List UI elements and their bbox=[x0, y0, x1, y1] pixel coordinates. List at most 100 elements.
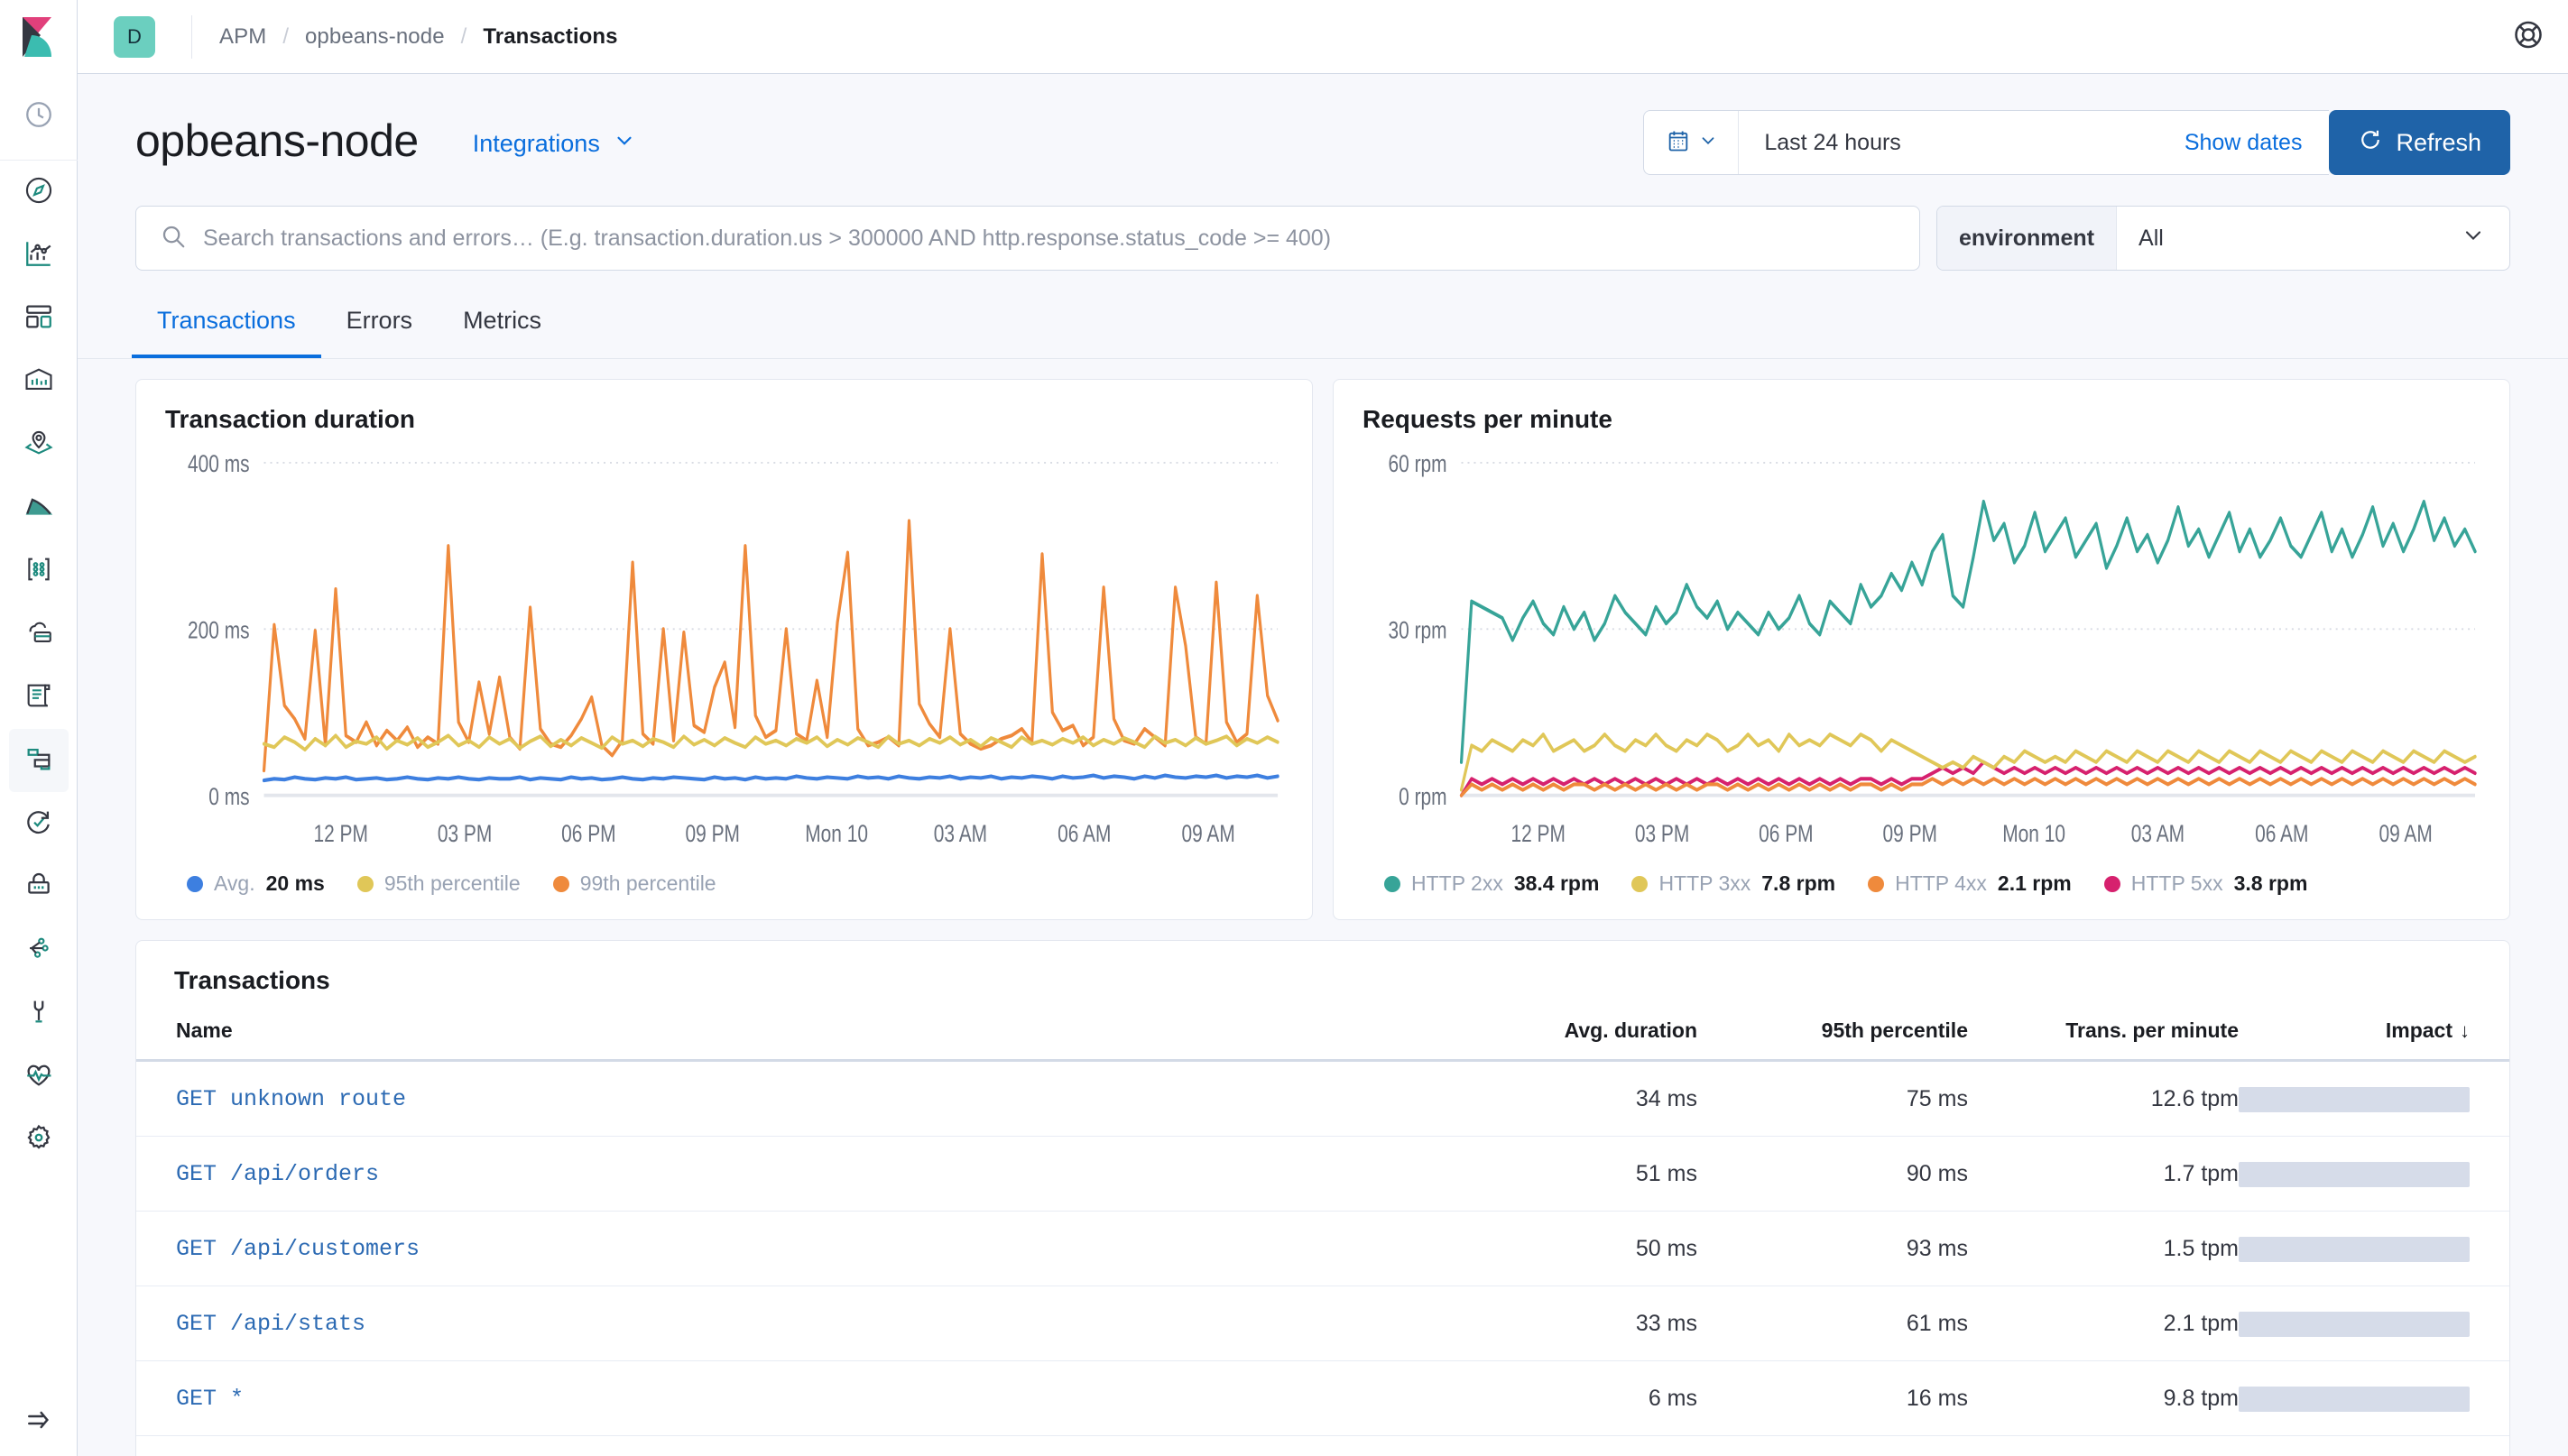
x-axis-tick: 09 PM bbox=[686, 821, 740, 848]
legend-item-p95[interactable]: 95th percentile bbox=[356, 871, 521, 896]
legend-item-http-5xx[interactable]: HTTP 5xx 3.8 rpm bbox=[2103, 871, 2308, 896]
legend-dot-p99 bbox=[552, 875, 569, 892]
sidebar-item-canvas[interactable] bbox=[9, 350, 69, 413]
space-avatar[interactable]: D bbox=[114, 15, 155, 58]
cell-impact bbox=[2239, 1286, 2509, 1361]
tab-transactions[interactable]: Transactions bbox=[132, 298, 321, 358]
transaction-link[interactable]: GET * bbox=[176, 1386, 244, 1412]
legend-item-p99[interactable]: 99th percentile bbox=[552, 871, 716, 896]
impact-bar bbox=[2239, 1386, 2470, 1412]
sidebar-item-dev-tools[interactable] bbox=[9, 918, 69, 981]
transaction-link[interactable]: GET /api/stats bbox=[176, 1311, 365, 1337]
transactions-table: Name Avg. duration 95th percentile Trans… bbox=[136, 1018, 2509, 1456]
sidebar-item-logs[interactable] bbox=[9, 666, 69, 729]
x-axis-tick: 09 AM bbox=[1182, 821, 1235, 848]
sidebar-item-metrics[interactable] bbox=[9, 603, 69, 666]
legend-item-http-4xx[interactable]: HTTP 4xx 2.1 rpm bbox=[1868, 871, 2072, 896]
x-axis-tick: 06 PM bbox=[561, 821, 615, 848]
sidebar-item-siem[interactable] bbox=[9, 855, 69, 918]
column-header-avg-duration[interactable]: Avg. duration bbox=[1427, 1018, 1697, 1062]
refresh-label: Refresh bbox=[2396, 128, 2481, 156]
sidebar-item-discover[interactable] bbox=[9, 161, 69, 224]
series-line-0 bbox=[1459, 499, 2477, 764]
column-header-p95[interactable]: 95th percentile bbox=[1697, 1018, 1968, 1062]
table-row[interactable]: GET /api/customers 50 ms 93 ms 1.5 tpm bbox=[136, 1211, 2509, 1286]
cell-p95: 61 ms bbox=[1697, 1286, 1968, 1361]
cell-name: POST /api/orders bbox=[136, 1435, 1427, 1456]
legend-label-p99: 99th percentile bbox=[579, 871, 716, 895]
sidebar-item-machine-learning[interactable] bbox=[9, 476, 69, 539]
cell-name: GET * bbox=[136, 1360, 1427, 1436]
sidebar-item-uptime[interactable] bbox=[9, 792, 69, 855]
breadcrumb-item-service[interactable]: opbeans-node bbox=[305, 24, 445, 50]
refresh-button[interactable]: Refresh bbox=[2329, 110, 2510, 175]
legend-item-http-3xx[interactable]: HTTP 3xx 7.8 rpm bbox=[1631, 871, 1835, 896]
recently-viewed-button[interactable] bbox=[0, 74, 78, 161]
sidebar-item-tools[interactable] bbox=[9, 981, 69, 1045]
dashboard-grid-icon bbox=[23, 301, 54, 336]
sidebar-item-apm[interactable] bbox=[8, 729, 69, 792]
legend-label-avg: Avg. bbox=[214, 871, 255, 895]
sidebar-item-dashboard[interactable] bbox=[9, 287, 69, 350]
cell-tpm: 1.5 tpm bbox=[1968, 1211, 2239, 1286]
apm-stack-icon bbox=[23, 743, 54, 779]
cell-p95: 345 ms bbox=[1697, 1435, 1968, 1456]
requests-per-minute-chart[interactable]: 0 rpm 30 rpm 60 rpm 12 PM 03 PM 06 PM 09 PM Mon… bbox=[1355, 447, 2488, 862]
table-row[interactable]: POST /api/orders294 ms345 ms0.2 tpm bbox=[136, 1435, 2509, 1456]
header-controls: Last 24 hours Show dates Refresh bbox=[1643, 110, 2510, 175]
transaction-link[interactable]: GET /api/customers bbox=[176, 1236, 420, 1262]
column-header-name[interactable]: Name bbox=[136, 1018, 1427, 1062]
impact-bar bbox=[2239, 1311, 2470, 1337]
column-header-tpm[interactable]: Trans. per minute bbox=[1968, 1018, 2239, 1062]
sidebar-item-graph[interactable] bbox=[9, 539, 69, 603]
transaction-link[interactable]: GET unknown route bbox=[176, 1086, 406, 1112]
date-range-picker: Last 24 hours Show dates bbox=[1643, 110, 2330, 175]
metrics-cloud-icon bbox=[23, 617, 54, 652]
legend-value-http-5xx: 3.8 rpm bbox=[2233, 871, 2308, 895]
integrations-label: Integrations bbox=[472, 129, 600, 157]
search-input[interactable] bbox=[203, 225, 1896, 252]
cell-impact bbox=[2239, 1435, 2509, 1456]
legend-item-http-2xx[interactable]: HTTP 2xx 38.4 rpm bbox=[1384, 871, 1599, 896]
clock-recently-viewed-icon bbox=[23, 99, 54, 134]
tab-errors[interactable]: Errors bbox=[321, 298, 439, 358]
tab-metrics[interactable]: Metrics bbox=[438, 298, 567, 358]
environment-select[interactable]: All bbox=[2117, 207, 2509, 270]
sidebar-item-management[interactable] bbox=[9, 1108, 69, 1171]
sidebar-item-maps[interactable] bbox=[9, 413, 69, 476]
legend-dot-p95 bbox=[356, 875, 374, 892]
integrations-button[interactable]: Integrations bbox=[473, 129, 636, 159]
table-body: GET unknown route 34 ms 75 ms 12.6 tpm GET /… bbox=[136, 1060, 2509, 1456]
sidebar-item-monitoring[interactable] bbox=[9, 1045, 69, 1108]
cell-tpm: 12.6 tpm bbox=[1968, 1060, 2239, 1137]
quick-select-button[interactable] bbox=[1644, 111, 1740, 174]
transaction-link[interactable]: GET /api/orders bbox=[176, 1161, 379, 1187]
column-header-impact[interactable]: Impact ↓ bbox=[2239, 1018, 2509, 1062]
legend-item-avg[interactable]: Avg. 20 ms bbox=[187, 871, 325, 896]
transactions-table-title: Transactions bbox=[174, 966, 330, 994]
kibana-logo[interactable] bbox=[0, 0, 78, 74]
table-row[interactable]: GET unknown route 34 ms 75 ms 12.6 tpm bbox=[136, 1060, 2509, 1137]
visualize-chart-icon bbox=[23, 238, 54, 273]
transaction-duration-chart[interactable]: 0 ms 200 ms 400 ms 12 PM 03 PM 06 PM 09 PM Mon … bbox=[158, 447, 1290, 862]
sidebar-collapse-button[interactable] bbox=[9, 1387, 69, 1456]
y-axis-tick: 200 ms bbox=[188, 617, 250, 644]
legend-dot-http-4xx bbox=[1868, 875, 1885, 892]
logs-document-icon bbox=[23, 680, 54, 715]
sidebar-item-visualize[interactable] bbox=[9, 224, 69, 287]
show-dates-button[interactable]: Show dates bbox=[2185, 130, 2330, 156]
search-box[interactable] bbox=[135, 206, 1920, 271]
cell-p95: 90 ms bbox=[1697, 1136, 1968, 1212]
search-icon bbox=[160, 223, 187, 254]
cell-impact bbox=[2239, 1060, 2509, 1137]
table-row[interactable]: GET /api/stats 33 ms 61 ms 2.1 tpm bbox=[136, 1286, 2509, 1361]
table-row[interactable]: GET * 6 ms 16 ms 9.8 tpm bbox=[136, 1360, 2509, 1436]
table-row[interactable]: GET /api/orders 51 ms 90 ms 1.7 tpm bbox=[136, 1136, 2509, 1212]
help-lifebuoy-icon[interactable] bbox=[2512, 18, 2545, 55]
dev-tools-share-icon bbox=[23, 933, 54, 968]
date-range-value[interactable]: Last 24 hours bbox=[1739, 130, 1932, 156]
column-header-impact-label: Impact bbox=[2385, 1018, 2453, 1042]
maps-pin-layers-icon bbox=[23, 428, 54, 463]
y-axis-tick: 400 ms bbox=[188, 451, 250, 478]
breadcrumb-item-apm[interactable]: APM bbox=[219, 24, 266, 50]
